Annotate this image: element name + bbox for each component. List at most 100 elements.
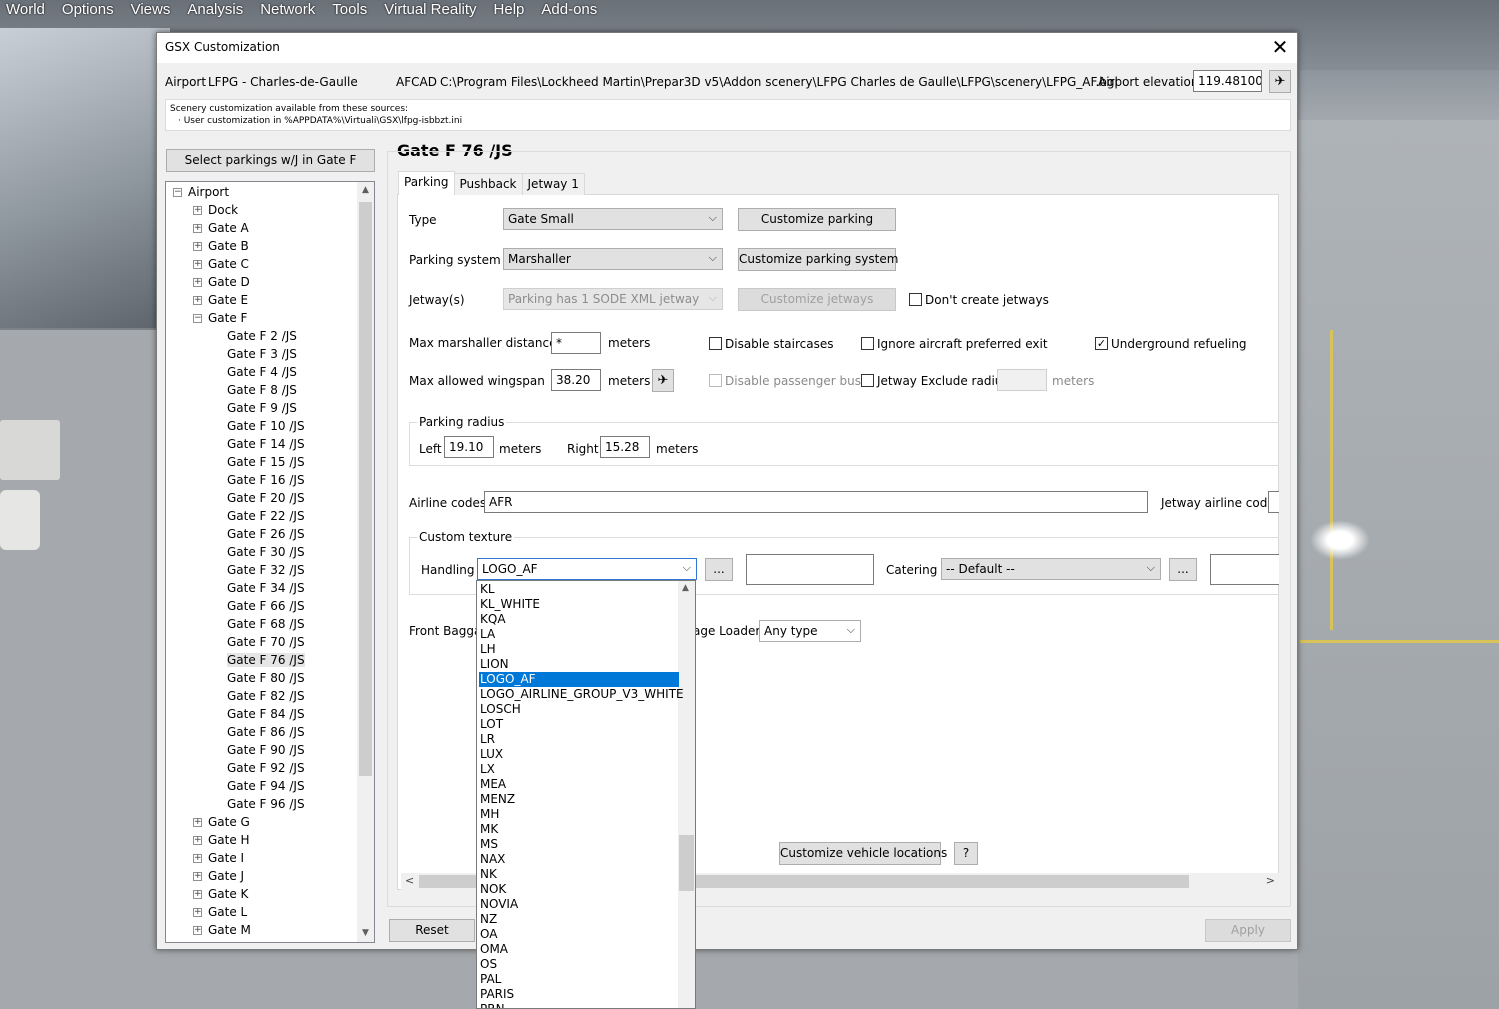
tree-item[interactable]: Gate F 80 /JS xyxy=(227,671,305,685)
max-wingspan-input[interactable]: 38.20 xyxy=(551,369,601,391)
dropdown-option[interactable]: LION xyxy=(479,657,679,672)
plus-box-icon[interactable]: + xyxy=(193,854,202,863)
tree-item[interactable]: Gate K xyxy=(208,887,248,901)
dropdown-option[interactable]: KL xyxy=(479,582,679,597)
dropdown-option[interactable]: LOGO_AIRLINE_GROUP_V3_WHITE xyxy=(479,687,684,702)
wingspan-goto-button[interactable]: ✈ xyxy=(652,369,674,392)
tree-item[interactable]: Gate F 84 /JS xyxy=(227,707,305,721)
scroll-up-icon[interactable]: ▲ xyxy=(682,583,689,593)
catering-browse-button[interactable]: ... xyxy=(1169,558,1197,581)
dropdown-option[interactable]: PARIS xyxy=(479,987,679,1002)
menu-tools[interactable]: Tools xyxy=(326,0,378,20)
tree-item[interactable]: Gate L xyxy=(208,905,247,919)
menu-network[interactable]: Network xyxy=(254,0,326,20)
airline-codes-input[interactable]: AFR xyxy=(484,491,1148,513)
plus-box-icon[interactable]: + xyxy=(193,908,202,917)
tree-item[interactable]: Gate F 4 /JS xyxy=(227,365,297,379)
tree-item[interactable]: Gate F 86 /JS xyxy=(227,725,305,739)
scroll-thumb[interactable] xyxy=(679,835,694,891)
plus-box-icon[interactable]: + xyxy=(193,242,202,251)
dropdown-option[interactable]: NAX xyxy=(479,852,679,867)
tree-item[interactable]: Gate G xyxy=(208,815,250,829)
tree-item[interactable]: Gate F xyxy=(208,311,247,325)
dropdown-option[interactable]: MS xyxy=(479,837,679,852)
tab-jetway-1[interactable]: Jetway 1 xyxy=(521,173,585,195)
dont-create-jetways-checkbox[interactable] xyxy=(909,293,922,306)
tree-item[interactable]: Gate F 22 /JS xyxy=(227,509,305,523)
dropdown-option[interactable]: PRN xyxy=(479,1002,679,1008)
dropdown-option[interactable]: NK xyxy=(479,867,679,882)
dropdown-option[interactable]: OMA xyxy=(479,942,679,957)
tree-item[interactable]: Gate F 34 /JS xyxy=(227,581,305,595)
menu-help[interactable]: Help xyxy=(488,0,536,20)
dropdown-option[interactable]: LX xyxy=(479,762,679,777)
dropdown-option[interactable]: NOK xyxy=(479,882,679,897)
parking-system-select[interactable]: Marshaller ⌵ xyxy=(503,248,723,270)
tree-item[interactable]: Gate F 94 /JS xyxy=(227,779,305,793)
menu-options[interactable]: Options xyxy=(56,0,125,20)
tree-item[interactable]: Gate F 16 /JS xyxy=(227,473,305,487)
right-radius-input[interactable]: 15.28 xyxy=(600,436,650,458)
tree-item[interactable]: Gate C xyxy=(208,257,249,271)
tree-item[interactable]: Gate F 70 /JS xyxy=(227,635,305,649)
select-parkings-button[interactable]: Select parkings w/J in Gate F xyxy=(166,149,375,172)
tab-pushback[interactable]: Pushback xyxy=(453,173,523,195)
dropdown-option[interactable]: LOGO_AF xyxy=(479,672,679,687)
airport-elevation-input[interactable]: 119.481000 xyxy=(1193,70,1262,92)
tree-item[interactable]: Gate A xyxy=(208,221,249,235)
dropdown-option[interactable]: LOSCH xyxy=(479,702,679,717)
tree-item[interactable]: Gate F 76 /JS xyxy=(227,653,305,667)
help-button[interactable]: ? xyxy=(954,842,978,865)
tree-item[interactable]: Gate M xyxy=(208,923,251,937)
plus-box-icon[interactable]: + xyxy=(193,206,202,215)
minus-box-icon[interactable]: − xyxy=(173,188,182,197)
dropdown-option[interactable]: MK xyxy=(479,822,679,837)
customize-vehicle-locations-button[interactable]: Customize vehicle locations xyxy=(779,842,947,865)
close-icon[interactable]: ✕ xyxy=(1269,36,1291,58)
jetway-exclude-radius-checkbox[interactable] xyxy=(861,374,874,387)
scroll-right-icon[interactable]: > xyxy=(1266,874,1275,887)
scroll-left-icon[interactable]: < xyxy=(405,874,414,887)
tree-item[interactable]: Gate F 96 /JS xyxy=(227,797,305,811)
tree-item[interactable]: Gate F 82 /JS xyxy=(227,689,305,703)
tree-item[interactable]: Gate F 10 /JS xyxy=(227,419,305,433)
plus-box-icon[interactable]: + xyxy=(193,818,202,827)
tree-item[interactable]: Gate F 32 /JS xyxy=(227,563,305,577)
max-marshaller-input[interactable]: * xyxy=(551,332,601,354)
handling-select[interactable]: LOGO_AF ⌵ xyxy=(477,558,697,580)
dropdown-option[interactable]: LH xyxy=(479,642,679,657)
tree-item[interactable]: Gate F 66 /JS xyxy=(227,599,305,613)
underground-refueling-checkbox[interactable]: ✓ xyxy=(1095,337,1108,350)
type-select[interactable]: Gate Small ⌵ xyxy=(503,208,723,230)
dropdown-option[interactable]: NZ xyxy=(479,912,679,927)
tree-item[interactable]: Gate F 26 /JS xyxy=(227,527,305,541)
left-radius-input[interactable]: 19.10 xyxy=(444,436,494,458)
plus-box-icon[interactable]: + xyxy=(193,872,202,881)
customize-parking-system-button[interactable]: Customize parking system xyxy=(738,248,898,271)
tree-item[interactable]: Gate F 2 /JS xyxy=(227,329,297,343)
scroll-down-icon[interactable]: ▼ xyxy=(357,925,374,942)
dropdown-option[interactable]: KL_WHITE xyxy=(479,597,679,612)
tree-item[interactable]: Gate F 14 /JS xyxy=(227,437,305,451)
tree-item[interactable]: Gate F 68 /JS xyxy=(227,617,305,631)
dropdown-option[interactable]: LOT xyxy=(479,717,679,732)
tree-item[interactable]: Airport xyxy=(188,185,229,199)
tree-item[interactable]: Gate F 92 /JS xyxy=(227,761,305,775)
dropdown-option[interactable]: PAL xyxy=(479,972,679,987)
tree-item[interactable]: Gate B xyxy=(208,239,249,253)
tab-parking[interactable]: Parking xyxy=(398,171,455,195)
dropdown-option[interactable]: KQA xyxy=(479,612,679,627)
tree-item[interactable]: Gate D xyxy=(208,275,250,289)
ignore-exit-checkbox[interactable] xyxy=(861,337,874,350)
jetway-airline-code-input[interactable] xyxy=(1268,491,1279,513)
menu-add-ons[interactable]: Add-ons xyxy=(535,0,608,20)
dropdown-option[interactable]: OA xyxy=(479,927,679,942)
menu-analysis[interactable]: Analysis xyxy=(181,0,254,20)
plus-box-icon[interactable]: + xyxy=(193,224,202,233)
catering-select[interactable]: -- Default -- ⌵ xyxy=(941,558,1161,580)
goto-elevation-button[interactable]: ✈ xyxy=(1269,70,1291,93)
dropdown-option[interactable]: OS xyxy=(479,957,679,972)
menu-world[interactable]: World xyxy=(0,0,56,20)
scroll-up-icon[interactable]: ▲ xyxy=(357,182,374,199)
handling-dropdown-list[interactable]: ▲ KL KL_WHITE KQA LA LH LION LOGO_AF LOGO_AIRLI… xyxy=(476,580,696,1009)
